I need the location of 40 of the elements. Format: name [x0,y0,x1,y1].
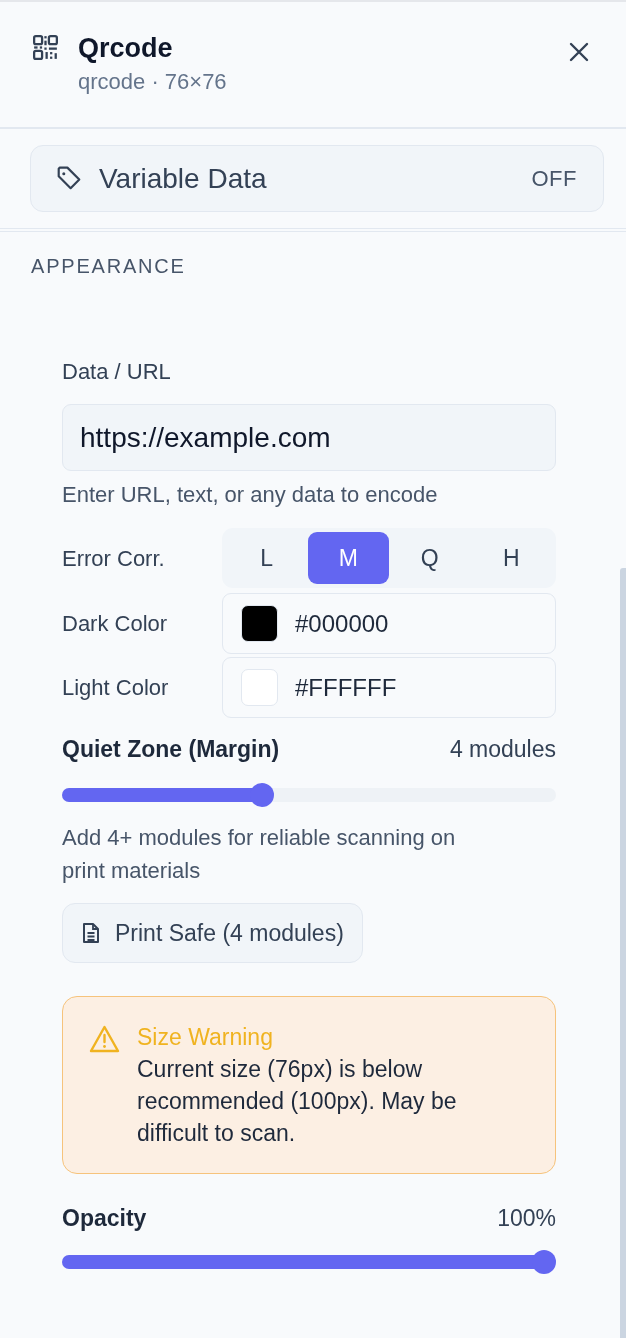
color-swatch-icon[interactable] [241,669,278,706]
field-label: Error Corr. [62,544,166,573]
field-label: Dark Color [62,610,169,638]
color-field[interactable]: #000000 [222,593,556,654]
slider-thumb[interactable] [250,783,274,807]
slider-value: 4 modules [449,735,556,763]
color-swatch-icon[interactable] [241,605,278,642]
warning-message: Current size (76px) is below recommended (100px). May be difficult to scan. [137,1055,458,1148]
slider-label: Opacity [62,1204,147,1232]
slider-thumb[interactable] [532,1250,556,1274]
color-value: #FFFFFF [295,672,397,703]
section-title: APPEARANCE [31,254,187,279]
tag-icon [56,165,82,192]
variable-data-label: Variable Data [99,161,268,196]
variable-data-status: OFF [531,165,577,193]
document-icon [82,922,100,944]
panel-subtitle: qrcode · 76×76 [78,69,228,95]
slider-track[interactable] [62,783,556,807]
field-label: Data / URL [62,359,172,385]
color-value: #000000 [295,608,389,639]
field-label: Light Color [62,674,170,702]
field-hint: Add 4+ modules for reliable scanning on print materials [62,824,457,885]
close-button[interactable] [567,40,591,64]
segment-option[interactable]: L [226,532,308,584]
segment-option[interactable]: H [470,532,552,584]
slider-value: 100% [497,1204,556,1232]
data-url-input[interactable]: https://example.com [62,404,556,471]
print-safe-button[interactable]: Print Safe (4 modules) [62,903,363,963]
segment-option[interactable]: M [307,532,389,584]
warning-title: Size Warning [137,1023,274,1052]
slider-track[interactable] [62,1250,556,1274]
qr-code-icon [33,35,58,60]
panel-title: Qrcode [78,32,174,64]
variable-data-button[interactable]: Variable Data OFF [30,145,604,212]
warning-icon [89,1025,120,1053]
field-hint: Enter URL, text, or any data to encode [62,482,439,508]
scrollbar-thumb[interactable] [620,568,626,1338]
slider-label: Quiet Zone (Margin) [62,735,280,763]
color-field[interactable]: #FFFFFF [222,657,556,718]
segment-option[interactable]: Q [389,532,471,584]
